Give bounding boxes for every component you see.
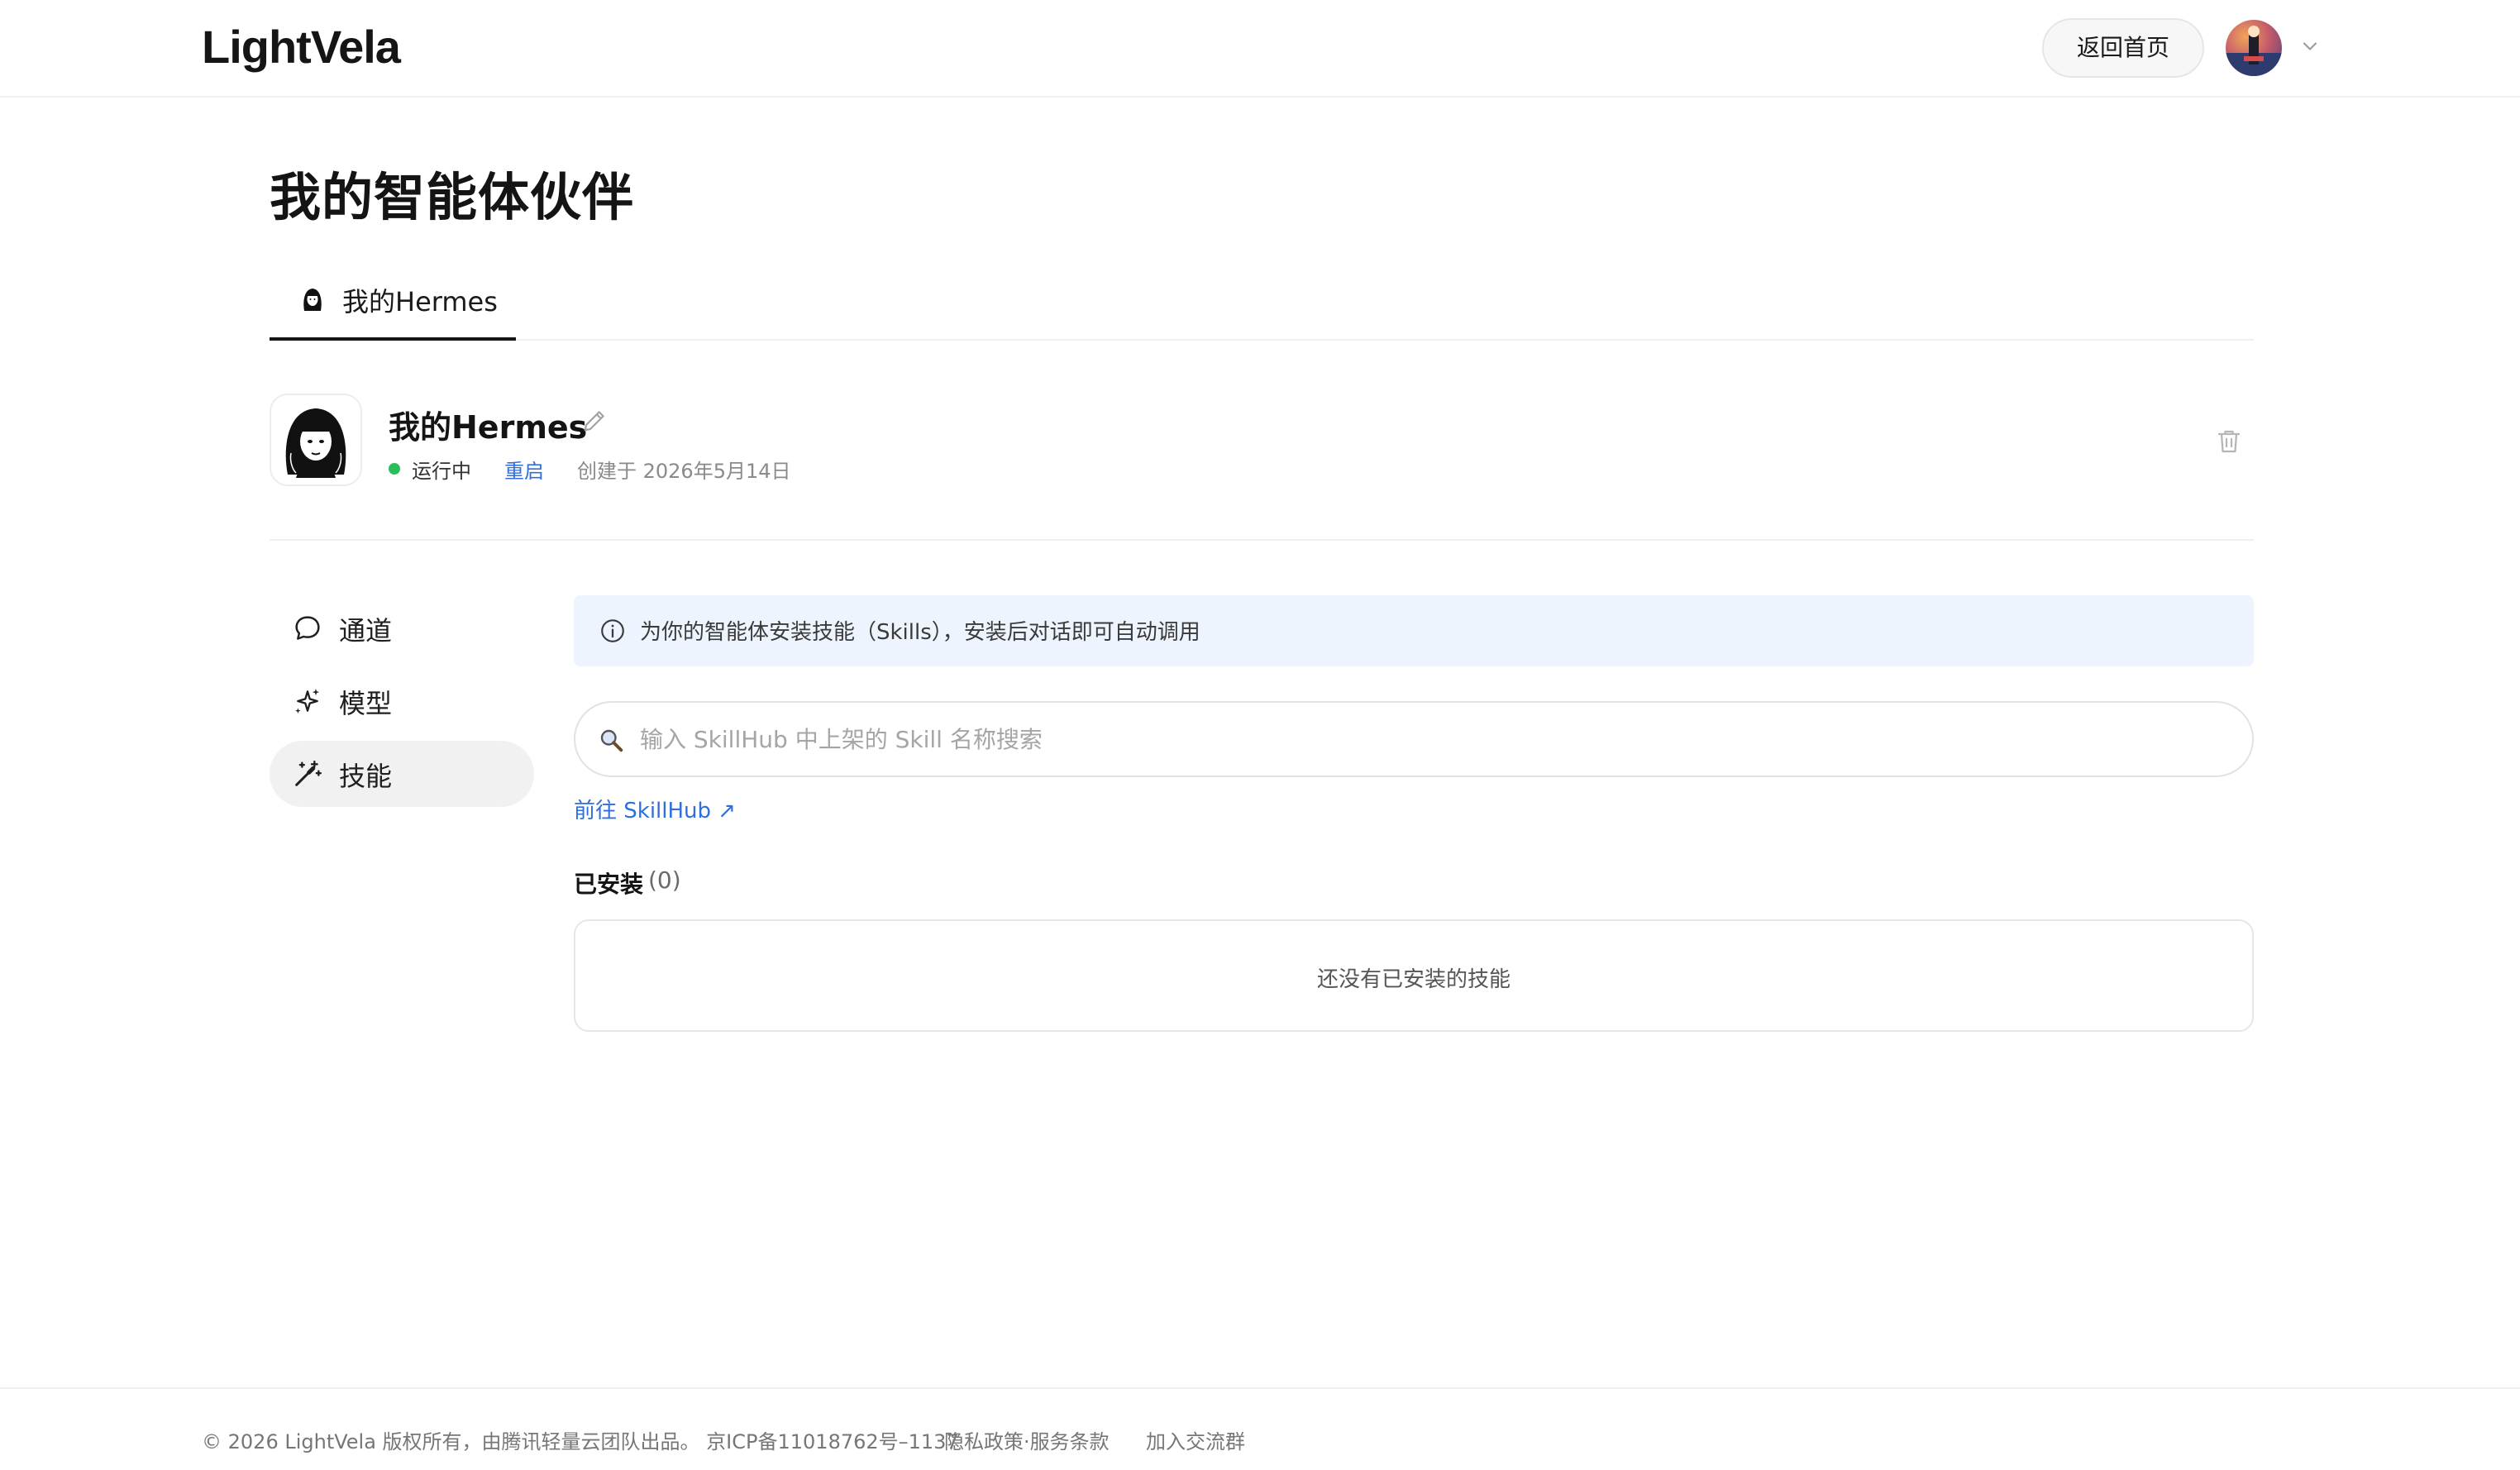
- sidebar-item-models[interactable]: 模型: [270, 668, 534, 734]
- user-avatar[interactable]: [2226, 20, 2282, 76]
- installed-skills-empty-state: 还没有已安装的技能: [574, 919, 2254, 1032]
- installed-count: (0): [648, 866, 681, 894]
- skill-search-input[interactable]: [640, 716, 2211, 762]
- trash-icon[interactable]: [2214, 427, 2244, 456]
- chat-bubble-icon: [295, 616, 320, 640]
- chevron-down-icon[interactable]: [2298, 35, 2322, 58]
- pencil-edit-icon[interactable]: [580, 407, 609, 435]
- status-dot: [389, 463, 400, 475]
- installed-heading: 已安装: [574, 871, 644, 898]
- magic-wand-icon: [295, 760, 322, 786]
- tab-label: 我的Hermes: [342, 286, 498, 317]
- footer-join-group-link[interactable]: 加入交流群: [1146, 1425, 1245, 1454]
- search-icon: [600, 729, 623, 752]
- sidebar-item-channels[interactable]: 通道: [270, 595, 534, 661]
- skillhub-link[interactable]: 前往 SkillHub ↗: [574, 794, 736, 824]
- hermes-portrait-icon: [303, 289, 322, 311]
- hermes-portrait-icon: [271, 395, 360, 484]
- status-text: 运行中: [412, 460, 471, 483]
- info-banner: 为你的智能体安装技能（Skills），安装后对话即可自动调用: [574, 595, 2254, 666]
- avatar-image-icon: [2226, 26, 2282, 76]
- footer-policy-link[interactable]: 隐私政策·服务条款: [944, 1425, 1110, 1454]
- sidebar-item-label: 技能: [339, 761, 393, 792]
- agent-card: 我的Hermes 运行中 重启 创建于 2026年5月14日: [270, 394, 2254, 541]
- footer: © 2026 LightVela 版权所有，由腾讯轻量云团队出品。 京ICP备1…: [0, 1387, 2520, 1470]
- created-date: 创建于 2026年5月14日: [577, 460, 791, 483]
- sidebar-item-label: 通道: [339, 615, 393, 647]
- back-home-button[interactable]: 返回首页: [2042, 18, 2204, 78]
- info-icon: [601, 619, 624, 642]
- empty-state-text: 还没有已安装的技能: [1316, 967, 1511, 992]
- skill-search-box[interactable]: [574, 701, 2254, 777]
- sidebar-item-skills[interactable]: 技能: [270, 741, 534, 807]
- agent-tabs: 我的Hermes: [270, 273, 2254, 341]
- footer-copyright: © 2026 LightVela 版权所有，由腾讯轻量云团队出品。 京ICP备1…: [202, 1430, 959, 1453]
- top-bar: LightVela 返回首页: [0, 0, 2520, 98]
- page-title: 我的智能体伙伴: [270, 167, 635, 227]
- agent-avatar: [270, 394, 362, 486]
- agent-name: 我的Hermes: [389, 409, 588, 446]
- restart-link[interactable]: 重启: [504, 455, 544, 484]
- sparkle-icon: [295, 689, 320, 714]
- tab-my-hermes[interactable]: 我的Hermes: [270, 273, 516, 341]
- info-text: 为你的智能体安装技能（Skills），安装后对话即可自动调用: [640, 620, 1200, 645]
- sidebar-item-label: 模型: [339, 688, 393, 719]
- logo[interactable]: LightVela: [202, 20, 401, 74]
